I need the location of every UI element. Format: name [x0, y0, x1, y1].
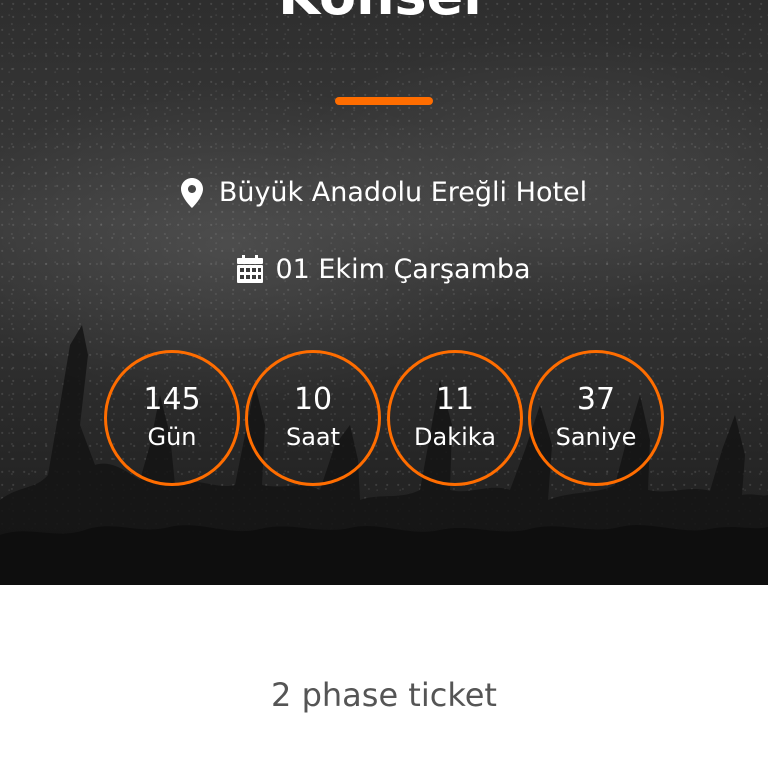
- venue-row: Büyük Anadolu Ereğli Hotel: [0, 172, 768, 212]
- countdown-seconds: 37 Saniye: [528, 350, 664, 486]
- countdown-unit: Gün: [147, 423, 197, 451]
- date-row: 01 Ekim Çarşamba: [0, 249, 768, 289]
- countdown-days: 145 Gün: [104, 350, 240, 486]
- venue-name: Büyük Anadolu Ereğli Hotel: [218, 176, 588, 208]
- countdown-unit: Dakika: [414, 423, 496, 451]
- event-date: 01 Ekim Çarşamba: [275, 253, 531, 285]
- title-underline: [335, 97, 433, 105]
- calendar-icon: [237, 255, 264, 283]
- countdown-value: 37: [576, 382, 616, 417]
- countdown-minutes: 11 Dakika: [387, 350, 523, 486]
- event-hero: Konser Büyük Anadolu Ereğli Hotel: [0, 0, 768, 585]
- ticket-section-heading: 2 phase ticket: [271, 676, 497, 714]
- countdown-unit: Saniye: [555, 423, 637, 451]
- countdown-value: 10: [293, 382, 333, 417]
- location-pin-icon: [180, 178, 207, 208]
- event-title: Konser: [0, 0, 768, 26]
- countdown-unit: Saat: [285, 423, 341, 451]
- countdown-value: 145: [143, 382, 201, 417]
- countdown-timer: 145 Gün 10 Saat 11 Dakika 37 Saniye: [104, 350, 664, 486]
- countdown-hours: 10 Saat: [245, 350, 381, 486]
- countdown-value: 11: [435, 382, 475, 417]
